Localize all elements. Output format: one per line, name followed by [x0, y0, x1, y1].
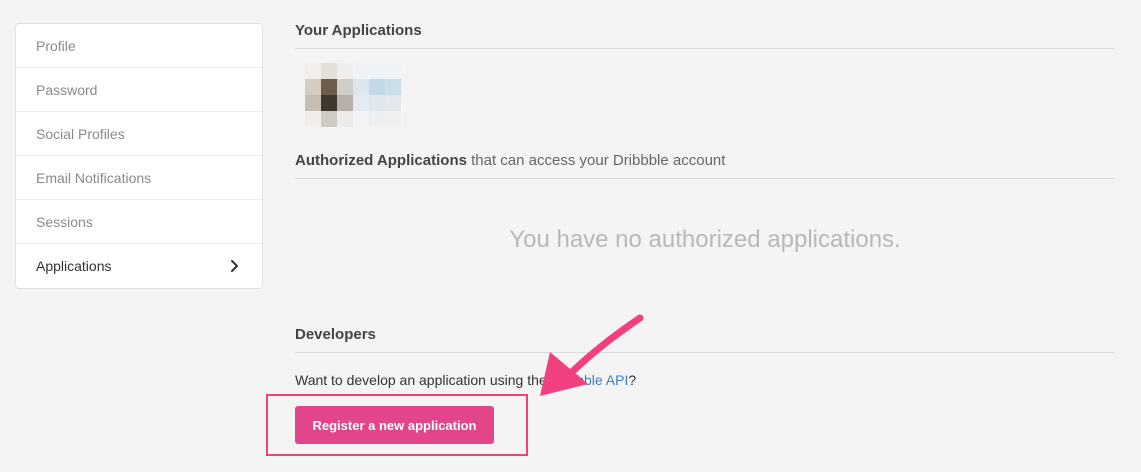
section-title-main: Authorized Applications [295, 152, 467, 169]
sidebar-item-label: Sessions [36, 213, 93, 230]
sidebar-item-applications[interactable]: Applications [16, 244, 262, 288]
developers-text-prefix: Want to develop an application using the [295, 372, 551, 388]
app-logo-icon[interactable] [305, 63, 417, 127]
dribbble-api-link[interactable]: Dribbble API [551, 372, 629, 388]
developers-text-suffix: ? [628, 372, 637, 388]
chevron-right-icon [231, 260, 238, 272]
sidebar-item-label: Social Profiles [36, 125, 125, 142]
annotation-highlight-box [266, 394, 528, 456]
authorized-applications-section: Authorized Applications that can access … [295, 152, 1115, 179]
settings-sidebar: Profile Password Social Profiles Email N… [15, 23, 263, 289]
section-title: Your Applications [295, 22, 1115, 49]
sidebar-item-label: Password [36, 81, 98, 98]
developers-section: Developers [295, 326, 1115, 353]
sidebar-item-email-notifications[interactable]: Email Notifications [16, 156, 262, 200]
sidebar-item-label: Email Notifications [36, 169, 152, 186]
empty-state-message: You have no authorized applications. [509, 226, 901, 253]
sidebar-item-social-profiles[interactable]: Social Profiles [16, 112, 262, 156]
developers-text: Want to develop an application using the… [295, 372, 636, 388]
section-title: Developers [295, 326, 1115, 353]
sidebar-item-profile[interactable]: Profile [16, 24, 262, 68]
section-title: Authorized Applications that can access … [295, 152, 1115, 179]
sidebar-item-label: Profile [36, 37, 76, 54]
your-applications-section: Your Applications [295, 22, 1115, 49]
sidebar-item-password[interactable]: Password [16, 68, 262, 112]
sidebar-item-label: Applications [36, 258, 112, 274]
sidebar-item-sessions[interactable]: Sessions [16, 200, 262, 244]
section-subtitle: that can access your Dribbble account [466, 152, 726, 169]
settings-page: Profile Password Social Profiles Email N… [0, 0, 1141, 472]
